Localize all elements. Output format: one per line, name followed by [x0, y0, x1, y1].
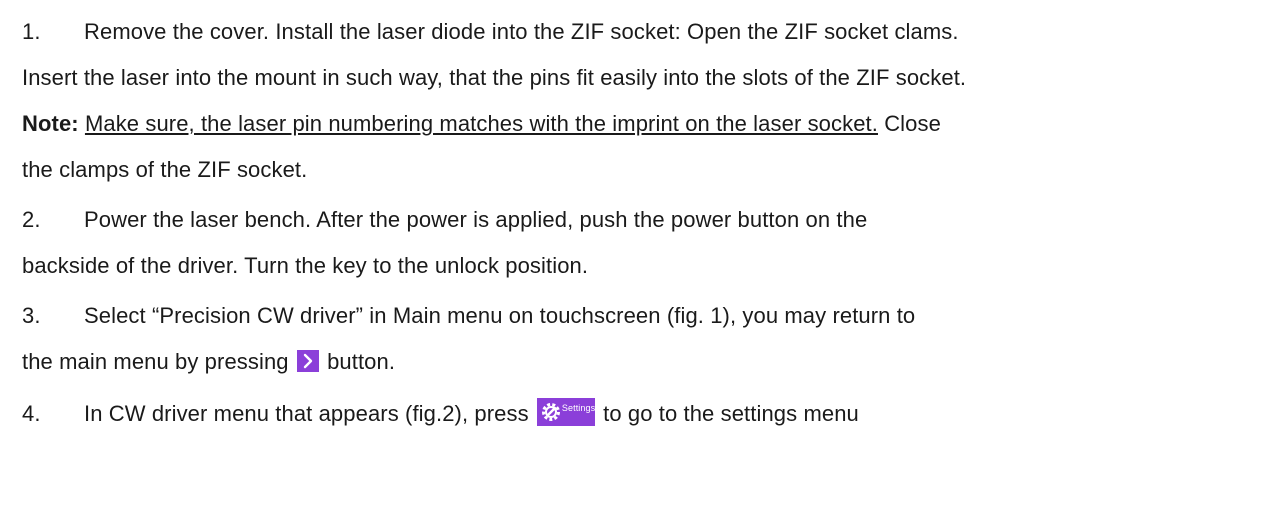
step-1-number: 1. — [22, 19, 41, 44]
settings-button-icon: Settings — [536, 398, 596, 426]
step-1-line-4: the clamps of the ZIF socket. — [22, 157, 308, 182]
step-4-text-before: In CW driver menu that appears (fig.2), … — [84, 401, 529, 426]
step-2-text-1: Power the laser bench. After the power i… — [84, 207, 868, 232]
step-2-line-1: 2. Power the laser bench. After the power… — [22, 206, 867, 234]
step-3-number: 3. — [22, 303, 41, 328]
step-2-number: 2. — [22, 207, 41, 232]
note-tail: Close — [877, 111, 941, 136]
instruction-document: 1. Remove the cover. Install the laser di… — [0, 0, 1275, 519]
step-2-line-2: backside of the driver. Turn the key to … — [22, 253, 589, 278]
step-3-text-2a: the main menu by pressing — [22, 349, 289, 374]
note-text: Make sure, the laser pin numbering match… — [84, 111, 878, 136]
step-4-number: 4. — [22, 401, 41, 426]
step-1-note-line: Note: Make sure, the laser pin numbering… — [22, 110, 941, 138]
step-1-line-2: Insert the laser into the mount in such … — [22, 65, 967, 90]
settings-button-label: Settings — [561, 403, 596, 413]
gear-wrench-icon — [541, 403, 560, 421]
step-4-line-1: 4. In CW driver menu that appears (fig.2)… — [22, 398, 859, 428]
step-1-line-1: 1. Remove the cover. Install the laser di… — [22, 18, 959, 46]
step-3-line-2: the main menu by pressing button. — [22, 348, 395, 376]
step-3-line-1: 3. Select “Precision CW driver” in Main m… — [22, 302, 915, 330]
chevron-right-icon — [296, 350, 319, 372]
step-3-text-1: Select “Precision CW driver” in Main men… — [84, 303, 916, 328]
step-3-text-2b: button. — [327, 349, 396, 374]
note-label: Note: — [22, 111, 79, 136]
step-1-text-1: Remove the cover. Install the laser diod… — [84, 19, 959, 44]
step-4-text-after: to go to the settings menu — [603, 401, 859, 426]
